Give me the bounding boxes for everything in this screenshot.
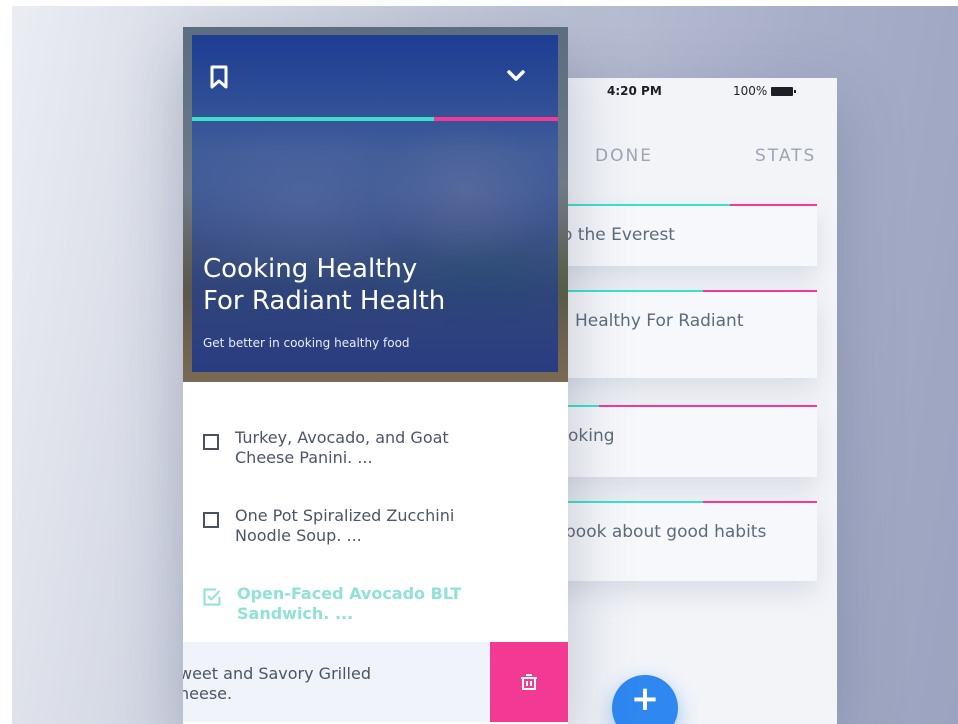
battery-percent: 100% (733, 84, 768, 98)
swiped-list-item[interactable]: weet and Savory Grilled heese. (183, 642, 568, 722)
task-list-screen: 4:20 PM 100% DONE STATS o the Everest He… (545, 78, 837, 724)
tab-stats[interactable]: STATS (755, 146, 816, 166)
checkbox-icon[interactable] (203, 512, 219, 528)
task-title: oking (568, 426, 615, 446)
bookmark-icon[interactable] (210, 65, 228, 89)
todo-line: Turkey, Avocado, and Goat (235, 428, 449, 447)
hero-overlay (192, 35, 558, 372)
page-edge-top (0, 0, 958, 6)
task-title: book about good habits (565, 522, 767, 542)
list-item[interactable]: Open-Faced Avocado BLT Sandwich. ... (203, 584, 543, 624)
task-card[interactable]: oking (545, 405, 817, 477)
battery-icon (771, 86, 797, 96)
plus-icon: + (630, 679, 660, 719)
progress-remaining (434, 117, 558, 121)
add-task-button[interactable]: + (612, 675, 678, 724)
task-progress (545, 290, 817, 292)
card-title: Cooking Healthy For Radiant Health (203, 253, 503, 317)
chevron-down-icon[interactable] (507, 70, 525, 82)
todo-line: weet and Savory Grilled (183, 664, 371, 683)
list-item[interactable]: One Pot Spiralized Zucchini Noodle Soup.… (203, 506, 543, 546)
hero-image: Cooking Healthy For Radiant Health Get b… (183, 27, 568, 382)
todo-text: One Pot Spiralized Zucchini Noodle Soup.… (235, 506, 454, 546)
page-edge-left (0, 0, 12, 724)
todo-text: Turkey, Avocado, and Goat Cheese Panini.… (235, 428, 449, 468)
task-card[interactable]: book about good habits (545, 501, 817, 581)
card-progress (192, 117, 558, 121)
delete-button[interactable] (490, 642, 568, 722)
card-subtitle: Get better in cooking healthy food (203, 336, 410, 350)
checkbox-icon[interactable] (203, 434, 219, 450)
todo-text: weet and Savory Grilled heese. (183, 664, 371, 704)
task-card[interactable]: Healthy For Radiant (545, 290, 817, 378)
progress-complete (192, 117, 434, 121)
todo-line: Open-Faced Avocado BLT (237, 584, 462, 603)
tab-done[interactable]: DONE (595, 146, 653, 166)
task-detail-card: Cooking Healthy For Radiant Health Get b… (183, 27, 568, 724)
todo-line: Noodle Soup. ... (235, 526, 362, 545)
task-progress (545, 405, 817, 407)
todo-line: Cheese Panini. ... (235, 448, 373, 467)
task-title: Healthy For Radiant (575, 311, 744, 331)
todo-line: Sandwich. ... (237, 604, 354, 623)
status-time: 4:20 PM (607, 84, 662, 98)
todo-line: heese. (183, 684, 233, 703)
status-battery: 100% (733, 84, 797, 98)
todo-line: One Pot Spiralized Zucchini (235, 506, 455, 525)
task-title: o the Everest (562, 225, 675, 245)
list-item[interactable]: Turkey, Avocado, and Goat Cheese Panini.… (203, 428, 543, 468)
task-card[interactable]: o the Everest (545, 204, 817, 266)
trash-icon (521, 674, 537, 690)
card-title-line: Cooking Healthy (203, 254, 418, 284)
task-progress (545, 204, 817, 206)
card-title-line: For Radiant Health (203, 286, 446, 316)
todo-text: Open-Faced Avocado BLT Sandwich. ... (237, 584, 461, 624)
task-progress (545, 501, 817, 503)
checkbox-checked-icon[interactable] (203, 588, 221, 606)
